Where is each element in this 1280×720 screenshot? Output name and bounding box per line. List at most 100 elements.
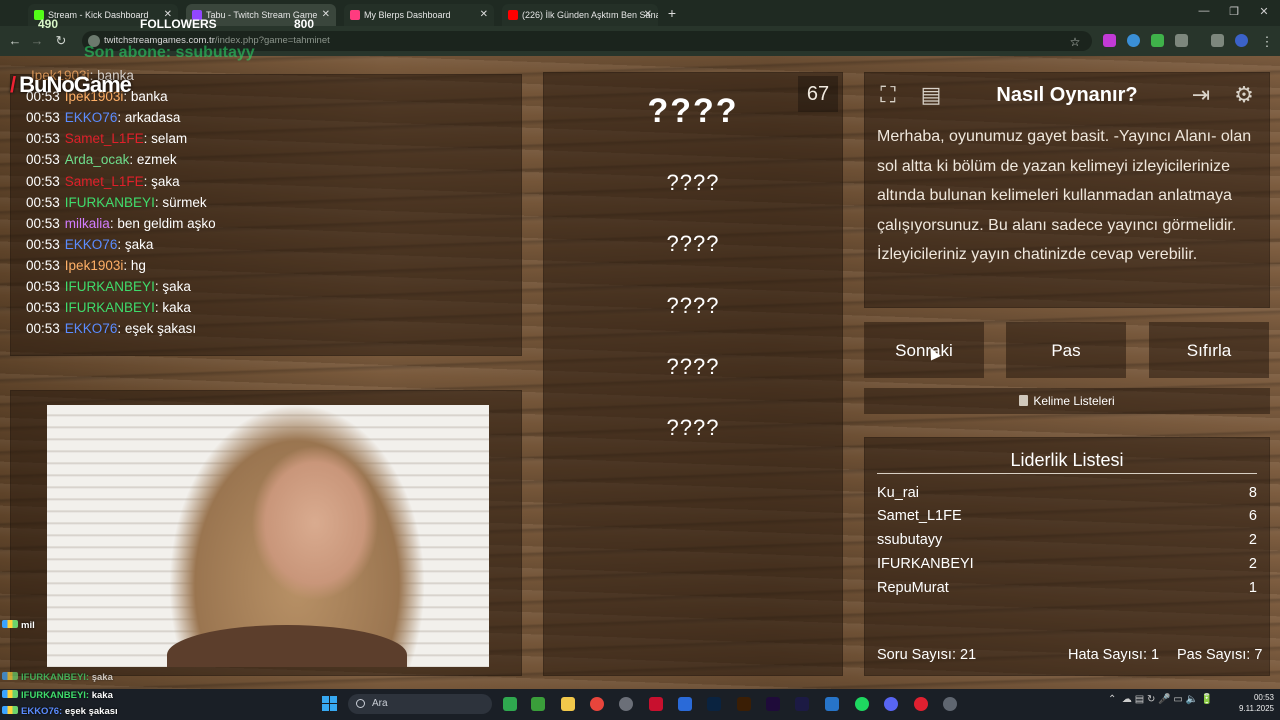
illustrator-icon[interactable]	[737, 697, 751, 711]
maximize-button[interactable]: ❐	[1224, 5, 1244, 18]
player-score: 8	[1248, 485, 1257, 501]
chat-time: 00:53	[26, 236, 60, 252]
reset-button[interactable]: Sıfırla	[1149, 322, 1269, 378]
browser-menu-icon[interactable]: ⋮	[1258, 33, 1276, 51]
forbidden-word: ????	[666, 354, 720, 379]
close-tab-icon[interactable]: ✕	[644, 4, 652, 26]
chat-username[interactable]: EKKO76	[65, 237, 118, 252]
tab-youtube-video[interactable]: (226) İlk Günden Aşktım Ben Sana ✕	[502, 4, 658, 26]
extensions-puzzle-icon[interactable]	[1175, 34, 1188, 47]
system-tray[interactable]: ⌃ ☁ ▤ ↻ 🎤 ▭ 🔈 🔋	[1108, 694, 1213, 705]
app-icon[interactable]	[914, 697, 928, 711]
obs-icon[interactable]	[619, 697, 633, 711]
word-lists-label: Kelime Listeleri	[1033, 394, 1115, 408]
chat-text: şaka	[124, 236, 154, 252]
youtube-icon	[508, 10, 518, 20]
main-word: ????	[647, 92, 739, 130]
brand-logo: / BuNoGame	[10, 72, 132, 98]
app-icon[interactable]	[943, 697, 957, 711]
windows-start-icon[interactable]	[322, 696, 338, 712]
player-name: ssubutayy	[877, 532, 943, 548]
chat-separator: :	[129, 152, 137, 168]
photoshop-icon[interactable]	[678, 697, 692, 711]
chat-time: 00:53	[26, 110, 60, 126]
chat-username[interactable]: IFURKANBEYI	[65, 279, 155, 294]
chat-text: selam	[151, 131, 188, 147]
mini-chat-msg: kaka	[91, 690, 113, 701]
reload-icon[interactable]: ↻	[52, 32, 70, 50]
chat-username[interactable]: Samet_L1FE	[65, 131, 144, 146]
pass-button[interactable]: Pas	[1006, 322, 1126, 378]
extension-icon[interactable]	[1103, 34, 1116, 47]
app-icon[interactable]	[825, 697, 839, 711]
spotify-icon[interactable]	[855, 697, 869, 711]
taskbar-clock[interactable]: 00:53 9.11.2025	[1226, 692, 1274, 714]
player-name: IFURKANBEYI	[877, 556, 974, 572]
leaderboard-row: Ku_rai 8	[877, 485, 1257, 501]
chat-message: 00:53 IFURKANBEYI: sürmek	[26, 195, 207, 210]
player-name: Samet_L1FE	[877, 508, 962, 524]
chat-username[interactable]: milkalia	[65, 216, 110, 231]
chat-username[interactable]: IFURKANBEYI	[65, 195, 155, 210]
chat-username[interactable]: EKKO76	[65, 110, 118, 125]
bookmark-star-icon[interactable]: ☆	[1066, 33, 1084, 51]
leaderboard-divider	[877, 473, 1257, 474]
tab-blerps-dashboard[interactable]: My Blerps Dashboard ✕	[344, 4, 494, 26]
error-count: Hata Sayısı: 1	[1068, 647, 1160, 663]
reading-list-icon[interactable]	[1211, 34, 1224, 47]
mini-chat-user: IFURKANBEYI	[21, 690, 86, 701]
extension-icon[interactable]	[1127, 34, 1140, 47]
chat-time: 00:53	[26, 279, 60, 294]
premiere-icon[interactable]	[766, 697, 780, 711]
chat-separator: :	[143, 131, 152, 147]
app-icon[interactable]	[649, 697, 663, 711]
chat-username[interactable]: Arda_ocak	[65, 152, 130, 167]
tab-title: My Blerps Dashboard	[364, 10, 451, 20]
settings-gear-icon[interactable]: ⚙	[1229, 80, 1259, 110]
chat-time: 00:53	[26, 215, 60, 231]
mini-chat-line: mil	[2, 620, 35, 631]
chat-text: sürmek	[162, 194, 207, 210]
minimize-button[interactable]: —	[1194, 5, 1214, 17]
clock-date: 9.11.2025	[1239, 704, 1274, 713]
logout-icon[interactable]: ⇥	[1186, 80, 1216, 110]
chat-text: eşek şakası	[124, 321, 197, 337]
chat-username[interactable]: Ipek1903i	[65, 258, 124, 273]
chat-text: ezmek	[136, 152, 177, 168]
chat-message: 00:53 Samet_L1FE: şaka	[26, 174, 180, 189]
back-arrow-icon[interactable]: ←	[6, 32, 24, 50]
after-effects-icon[interactable]	[795, 697, 809, 711]
notes-icon[interactable]: ▤	[916, 80, 946, 110]
forward-arrow-icon[interactable]: →	[28, 32, 46, 50]
close-tab-icon[interactable]: ✕	[480, 4, 488, 26]
fullscreen-icon[interactable]: ⛶	[873, 80, 903, 110]
file-explorer-icon[interactable]	[561, 697, 575, 711]
chat-time: 00:53	[26, 194, 60, 210]
chat-username[interactable]: IFURKANBEYI	[65, 300, 155, 315]
close-window-button[interactable]: ✕	[1254, 5, 1274, 18]
how-to-play-title: Nasıl Oynanır?	[996, 84, 1138, 106]
xbox-icon[interactable]	[503, 697, 517, 711]
profile-icon[interactable]	[1235, 34, 1248, 47]
next-button[interactable]: Sonraki	[864, 322, 984, 378]
taskbar-search[interactable]: Ara	[348, 694, 492, 714]
mini-chat-user: mil	[21, 620, 35, 631]
discord-icon[interactable]	[884, 697, 898, 711]
extension-icon[interactable]	[1151, 34, 1164, 47]
how-to-play-text: Merhaba, oyunumuz gayet basit. -Yayıncı …	[877, 128, 1252, 263]
question-count: Soru Sayısı: 21	[877, 647, 977, 663]
chat-username[interactable]: EKKO76	[65, 321, 118, 336]
game-bar-icon[interactable]	[531, 697, 545, 711]
chat-message: 00:53 EKKO76: eşek şakası	[26, 321, 196, 336]
search-placeholder: Ara	[372, 698, 388, 709]
chat-username[interactable]: Samet_L1FE	[65, 174, 144, 189]
new-tab-button[interactable]: +	[664, 5, 680, 21]
followers-label: FOLLOWERS	[140, 17, 217, 31]
chat-time: 00:53	[26, 152, 60, 168]
word-lists-button[interactable]: Kelime Listeleri	[864, 388, 1270, 414]
photoshop-icon[interactable]	[707, 697, 721, 711]
chat-separator: :	[117, 110, 125, 126]
badges-icon	[2, 706, 18, 714]
chat-message: 00:53 EKKO76: arkadasa	[26, 110, 180, 125]
chrome-icon[interactable]	[590, 697, 604, 711]
